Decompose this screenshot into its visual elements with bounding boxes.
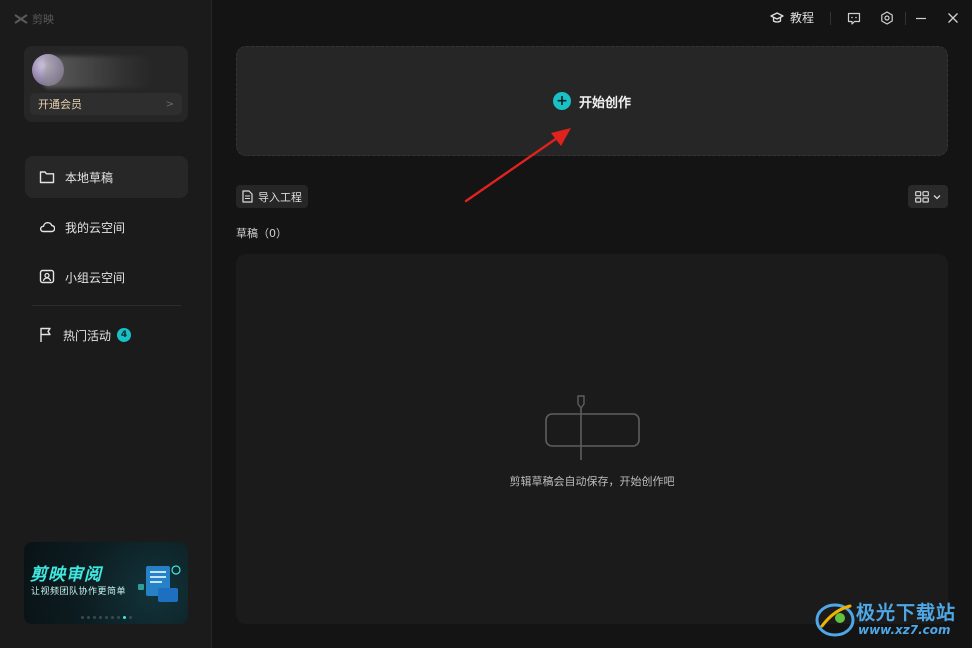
group-space-icon bbox=[39, 269, 55, 284]
sidebar-item-group-cloud[interactable]: 小组云空间 bbox=[25, 256, 188, 298]
watermark-url: www.xz7.com bbox=[858, 623, 951, 637]
carousel-indicator[interactable] bbox=[24, 616, 188, 619]
settings-button[interactable] bbox=[878, 9, 896, 27]
chevron-down-icon bbox=[933, 194, 941, 199]
banner-title: 剪映审阅 bbox=[30, 565, 102, 585]
app-logo: 剪映 bbox=[14, 11, 54, 27]
import-project-label: 导入工程 bbox=[258, 190, 302, 204]
tutorial-label: 教程 bbox=[789, 11, 814, 25]
banner-subtitle: 让视频团队协作更简单 bbox=[31, 587, 127, 597]
tutorial-button[interactable]: 教程 bbox=[770, 9, 814, 26]
capcut-logo-icon bbox=[14, 14, 28, 24]
close-button[interactable] bbox=[944, 9, 962, 27]
folder-icon bbox=[39, 171, 55, 184]
review-document-icon bbox=[138, 565, 181, 602]
view-mode-toggle[interactable] bbox=[908, 185, 948, 208]
import-project-button[interactable]: 导入工程 bbox=[236, 185, 308, 208]
user-card[interactable]: 开通会员 > bbox=[24, 46, 188, 122]
chevron-right-icon: > bbox=[165, 98, 174, 110]
toolbar-separator bbox=[905, 12, 906, 25]
sidebar-divider bbox=[32, 305, 181, 306]
sidebar-item-label: 我的云空间 bbox=[65, 220, 126, 235]
toolbar-separator bbox=[830, 12, 831, 25]
vip-button[interactable]: 开通会员 > bbox=[30, 93, 182, 115]
empty-state-text: 剪辑草稿会自动保存，开始创作吧 bbox=[509, 475, 675, 488]
sidebar-item-my-cloud[interactable]: 我的云空间 bbox=[25, 206, 188, 248]
drafts-list: 剪辑草稿会自动保存，开始创作吧 bbox=[236, 254, 948, 624]
minimize-icon bbox=[916, 17, 926, 20]
sidebar: 剪映 开通会员 > 本地草稿 我的云空间 小组云空间 热门活动 4 剪映审阅 让… bbox=[0, 0, 212, 648]
annotation-arrow-icon bbox=[464, 128, 571, 203]
vip-label: 开通会员 bbox=[38, 98, 82, 111]
grid-view-icon bbox=[915, 190, 929, 203]
document-icon bbox=[242, 190, 253, 203]
watermark: 极光下载站 www.xz7.com bbox=[814, 596, 964, 642]
minimize-button[interactable] bbox=[912, 9, 930, 27]
gear-icon bbox=[881, 11, 893, 25]
cloud-icon bbox=[39, 221, 55, 233]
plus-icon: + bbox=[552, 92, 571, 110]
feedback-button[interactable] bbox=[845, 9, 863, 27]
flag-icon bbox=[40, 327, 51, 342]
promo-banner[interactable]: 剪映审阅 让视频团队协作更简单 bbox=[24, 542, 188, 624]
empty-drafts-illustration-icon bbox=[545, 395, 640, 460]
watermark-logo-icon bbox=[815, 603, 855, 637]
sidebar-item-label: 小组云空间 bbox=[65, 270, 126, 285]
watermark-text: 极光下载站 bbox=[856, 602, 957, 624]
drafts-heading: 草稿（0） bbox=[236, 227, 287, 240]
username-redacted bbox=[44, 56, 154, 88]
start-creating-button[interactable]: + 开始创作 bbox=[236, 46, 948, 156]
start-creating-label: 开始创作 bbox=[578, 95, 631, 111]
sidebar-item-hot-events[interactable]: 热门活动 4 bbox=[25, 314, 188, 356]
app-name: 剪映 bbox=[32, 13, 54, 26]
sidebar-item-label: 热门活动 bbox=[63, 328, 112, 343]
feedback-icon bbox=[847, 12, 861, 25]
close-icon bbox=[948, 13, 958, 23]
sidebar-item-local-drafts[interactable]: 本地草稿 bbox=[25, 156, 188, 198]
sidebar-item-label: 本地草稿 bbox=[65, 170, 114, 185]
notification-badge: 4 bbox=[117, 328, 132, 342]
graduation-cap-icon bbox=[770, 11, 784, 23]
title-bar: 教程 bbox=[212, 0, 972, 36]
